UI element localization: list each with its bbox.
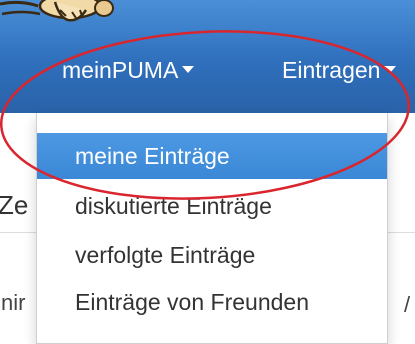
divider: [386, 232, 415, 233]
meinpuma-dropdown-menu: meine Einträge diskutierte Einträge verf…: [36, 113, 388, 344]
top-navbar: meinPUMA Eintragen: [0, 0, 415, 113]
mascot-logo-icon[interactable]: [0, 0, 120, 34]
divider: [0, 232, 40, 233]
menu-item-verfolgte-eintraege[interactable]: verfolgte Einträge: [37, 232, 387, 278]
nav-menu-meinpuma-label: meinPUMA: [62, 57, 179, 83]
nav-menu-meinpuma[interactable]: meinPUMA: [62, 55, 195, 85]
page-text-fragment: nir: [1, 290, 26, 315]
menu-item-meine-eintraege[interactable]: meine Einträge: [37, 133, 387, 179]
page-text-fragment-right: /: [404, 292, 411, 317]
menu-item-diskutierte-eintraege[interactable]: diskutierte Einträge: [37, 183, 387, 229]
caret-down-icon: [384, 66, 397, 74]
nav-menu-eintragen[interactable]: Eintragen: [282, 55, 397, 85]
nav-menu-eintragen-label: Eintragen: [282, 57, 381, 83]
menu-item-eintraege-von-freunden[interactable]: Einträge von Freunden: [37, 279, 387, 325]
page-heading-fragment: Ze: [0, 190, 29, 220]
caret-down-icon: [182, 66, 195, 74]
